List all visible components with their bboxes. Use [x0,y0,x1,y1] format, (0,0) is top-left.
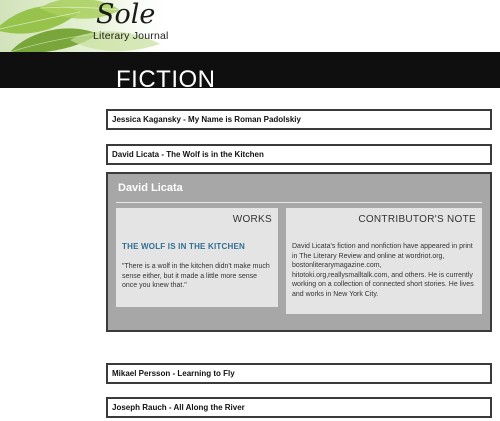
works-card: WORKS THE WOLF IS IN THE KITCHEN "There … [116,208,278,307]
site-header: Sole Literary Journal [0,0,500,52]
story-row[interactable]: Jessica Kagansky - My Name is Roman Pado… [106,109,492,130]
work-title-link[interactable]: THE WOLF IS IN THE KITCHEN [122,242,245,251]
story-row[interactable]: Joseph Rauch - All Along the River [106,397,492,418]
work-excerpt: "There is a wolf in the kitchen didn't m… [122,263,270,289]
panel-author-name: David Licata [118,182,183,194]
story-link[interactable]: David Licata - The Wolf is in the Kitche… [108,150,264,159]
site-logo[interactable]: Sole [96,0,155,30]
story-row[interactable]: Mikael Persson - Learning to Fly [106,363,492,384]
page-title: FICTION [116,66,216,93]
story-link[interactable]: Jessica Kagansky - My Name is Roman Pado… [108,115,301,124]
story-link[interactable]: Mikael Persson - Learning to Fly [108,369,235,378]
contributor-note-card: CONTRIBUTOR'S NOTE David Licata's fictio… [286,208,482,314]
section-title-bar [0,52,500,88]
panel-divider [116,202,482,203]
author-detail-panel: David Licata WORKS THE WOLF IS IN THE KI… [106,172,492,332]
story-link[interactable]: Joseph Rauch - All Along the River [108,403,245,412]
works-heading: WORKS [232,214,272,225]
contributor-note-text: David Licata's fiction and nonfiction ha… [292,243,474,298]
contributor-note-heading: CONTRIBUTOR'S NOTE [358,214,476,225]
story-row[interactable]: David Licata - The Wolf is in the Kitche… [106,144,492,165]
site-tagline: Literary Journal [93,30,169,42]
